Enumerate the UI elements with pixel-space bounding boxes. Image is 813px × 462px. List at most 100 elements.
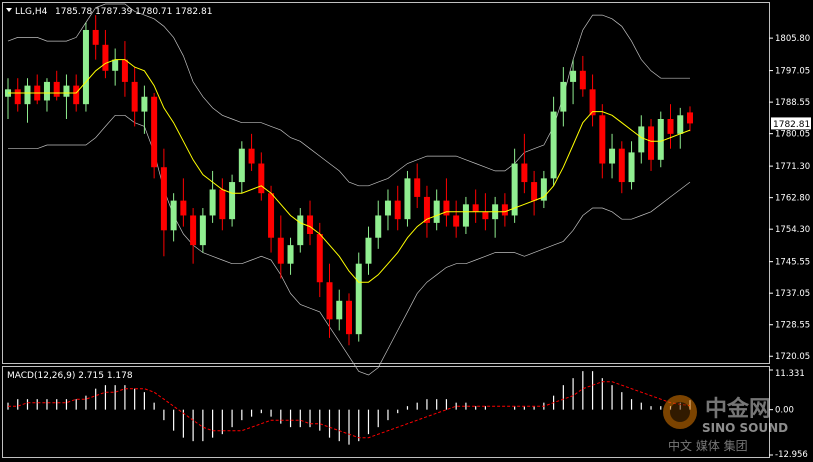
candle-body [248,148,255,164]
candle [521,133,528,194]
candle [151,93,158,179]
candle [677,107,684,149]
candle-body [570,70,577,82]
price-tick-label: 1780.05 [775,130,810,140]
candle [53,70,60,101]
candle-body [638,126,645,153]
candle-body [24,85,31,105]
candle-body [151,96,158,168]
candle [160,148,167,257]
candle-body [316,234,323,283]
candle [511,148,518,223]
candle [375,200,382,249]
price-tick-label: 1797.05 [775,67,810,77]
candle-body [258,163,265,194]
price-tick-label: 1728.55 [775,321,810,331]
candle [443,178,450,227]
candle [394,185,401,231]
candle-body [102,44,109,71]
candle [648,119,655,171]
macd-tick-label: -12.956 [775,450,808,460]
candle-body [131,81,138,112]
current-price: 1782.81 [773,120,810,130]
candle [404,170,411,227]
price-tick-label: 1754.30 [775,225,810,235]
candle-body [209,189,216,216]
candle-body [414,178,421,197]
candle-body [346,300,352,335]
candle [131,67,138,127]
candle-body [657,119,664,160]
candle [170,193,177,242]
candle-body [355,263,362,335]
logo-en-text: SINO SOUND [702,421,788,435]
price-tick-label: 1805.80 [775,34,810,44]
candle-body [238,148,245,183]
candle [5,78,11,120]
candle-body [336,300,343,320]
candle [112,48,119,86]
candle [579,55,586,97]
macd-tick-label: 0.00 [775,406,794,416]
candle-body [648,126,655,160]
candle [34,74,41,105]
candle-body [609,148,616,164]
candle-body [43,81,50,101]
candle [462,196,469,235]
candle-body [375,215,382,238]
macd-label: MACD(12,26,9) 2.715 1.178 [7,371,133,381]
candle-body [141,96,148,112]
ma-line [8,59,691,283]
candle [199,208,206,253]
candle [589,74,596,127]
candle-body [667,119,674,134]
candle [531,170,538,216]
main-panel-frame [2,2,770,364]
candle [618,141,625,194]
chart-header: LLG,H4 1785.78 1787.39 1780.71 1782.81 [6,7,212,17]
price-tick-label: 1771.30 [775,162,810,172]
candle-body [433,200,440,223]
candle-body [472,204,479,212]
candle [82,22,89,112]
current-price-badge: 1782.81 [771,117,811,130]
candle [453,200,460,238]
dropdown-triangle-icon[interactable] [6,8,12,12]
candle-body [550,111,557,179]
candle [501,193,508,227]
candle-body [297,215,304,246]
candle [599,104,606,179]
candle [248,133,255,171]
candle-body [180,200,187,216]
candle [540,170,547,209]
macd-axis: 11.331 0.00 -12.956 [769,369,808,460]
chart-canvas[interactable]: 1805.80 1797.05 1788.55 1780.05 1771.30 1762.… [0,0,813,462]
candle [307,200,314,246]
candle [560,67,567,127]
candle [365,226,372,275]
macd-tick-label: 11.331 [775,369,805,379]
candle [102,29,109,79]
candle [14,78,21,112]
candle [92,15,99,60]
symbol-label: LLG,H4 [15,7,48,17]
candle-body [63,85,70,97]
candle-body [687,112,693,124]
candle-body [384,200,391,216]
candle-body [404,178,411,220]
price-tick-label: 1788.55 [775,98,810,108]
candle [238,141,245,194]
candle [277,215,284,279]
bb-upper-line [7,3,690,187]
candle [492,196,499,238]
candle-body [394,200,401,220]
candle-body [92,29,99,45]
candle-body [73,85,80,105]
candle [190,208,197,264]
candle [297,208,304,253]
candle-body [307,215,314,235]
candle-body [268,193,275,238]
candle [219,178,226,231]
candle-body [277,237,284,264]
candle-body [326,282,333,320]
